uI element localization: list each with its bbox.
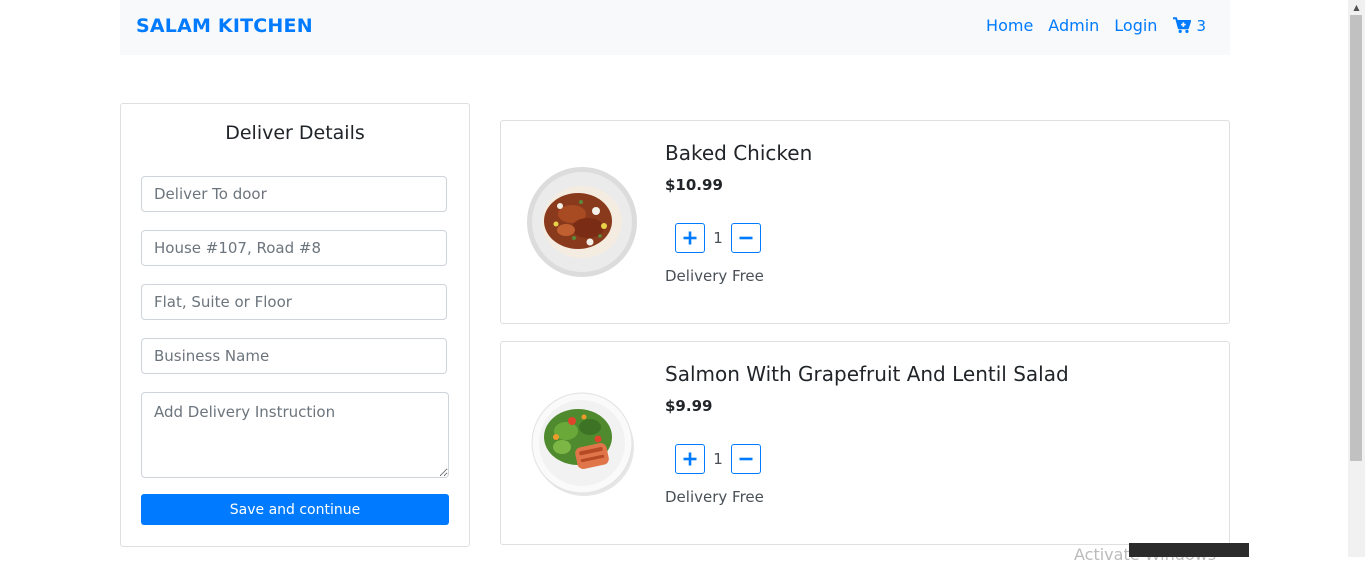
cart-item-card: Baked Chicken $10.99 1 Delivery Free: [500, 120, 1230, 324]
quantity-stepper: 1: [675, 444, 761, 474]
windows-notification-box: [1129, 543, 1249, 557]
nav-link-login[interactable]: Login: [1114, 16, 1157, 35]
quantity-stepper: 1: [675, 223, 761, 253]
product-name: Salmon With Grapefruit And Lentil Salad: [665, 362, 1069, 386]
product-name: Baked Chicken: [665, 141, 813, 165]
product-price: $10.99: [665, 176, 723, 194]
baked-chicken-image: [527, 167, 637, 277]
delivery-status: Delivery Free: [665, 488, 764, 506]
deliver-details-title: Deliver Details: [225, 122, 365, 144]
plus-icon: [683, 231, 697, 245]
flat-suite-floor-field[interactable]: [141, 284, 447, 320]
minus-icon: [739, 236, 753, 240]
nav-links: Home Admin Login 3: [971, 16, 1206, 35]
nav-link-home[interactable]: Home: [986, 16, 1033, 35]
decrease-quantity-button[interactable]: [731, 444, 761, 474]
cart-icon: [1173, 17, 1192, 33]
save-and-continue-button[interactable]: Save and continue: [141, 494, 449, 525]
cart-count: 3: [1196, 16, 1206, 35]
delivery-instruction-field[interactable]: [141, 392, 449, 478]
product-price: $9.99: [665, 397, 713, 415]
scroll-up-arrow-icon[interactable]: ▲: [1348, 0, 1365, 15]
quantity-value: 1: [713, 229, 723, 247]
address-field[interactable]: [141, 230, 447, 266]
business-name-field[interactable]: [141, 338, 447, 374]
increase-quantity-button[interactable]: [675, 444, 705, 474]
nav-link-admin[interactable]: Admin: [1048, 16, 1099, 35]
cart-item-card: Salmon With Grapefruit And Lentil Salad …: [500, 341, 1230, 545]
plus-icon: [683, 452, 697, 466]
deliver-details-card: Deliver Details Save and continue: [120, 103, 470, 547]
decrease-quantity-button[interactable]: [731, 223, 761, 253]
salmon-salad-image: [531, 392, 634, 496]
increase-quantity-button[interactable]: [675, 223, 705, 253]
scrollbar-thumb[interactable]: [1350, 15, 1362, 461]
deliver-to-field[interactable]: [141, 176, 447, 212]
minus-icon: [739, 457, 753, 461]
cart-button[interactable]: 3: [1173, 17, 1206, 35]
page-scrollbar[interactable]: ▲: [1348, 0, 1365, 557]
brand-logo[interactable]: SALAM KITCHEN: [136, 15, 313, 37]
quantity-value: 1: [713, 450, 723, 468]
delivery-status: Delivery Free: [665, 267, 764, 285]
navbar: SALAM KITCHEN Home Admin Login 3: [120, 0, 1230, 55]
